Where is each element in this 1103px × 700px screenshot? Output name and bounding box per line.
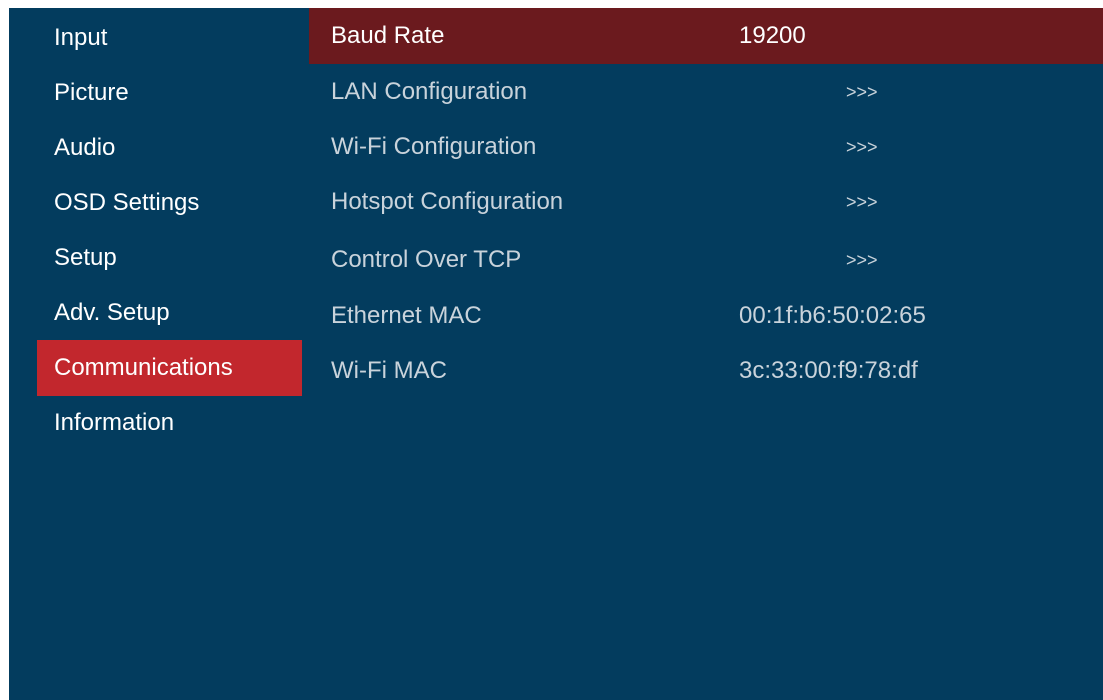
sidebar-item-label: Communications [54,354,233,381]
setting-label: Baud Rate [331,22,445,49]
sidebar-item-label: Adv. Setup [54,299,170,326]
setting-row-wifi-mac[interactable]: Wi-Fi MAC 3c:33:00:f9:78:df [309,343,1103,399]
setting-value: 3c:33:00:f9:78:df [739,357,918,384]
sidebar-item-communications[interactable]: Communications [37,340,302,396]
sidebar-item-setup[interactable]: Setup [37,230,302,286]
sidebar-item-information[interactable]: Information [37,395,302,451]
osd-menu-panel: Input Picture Audio OSD Settings Setup A… [9,8,1103,700]
setting-label: Ethernet MAC [331,302,482,329]
setting-row-wifi-configuration[interactable]: Wi-Fi Configuration >>> [309,119,1103,175]
setting-label: Wi-Fi Configuration [331,133,537,160]
setting-label: Wi-Fi MAC [331,357,447,384]
submenu-arrow: >>> [846,192,878,212]
setting-label: Hotspot Configuration [331,188,564,215]
sidebar-item-picture[interactable]: Picture [37,65,302,121]
submenu-arrow: >>> [846,82,878,102]
sidebar-item-label: Information [54,409,175,436]
sidebar-item-label: Picture [54,79,129,106]
osd-screen: Input Picture Audio OSD Settings Setup A… [0,0,1103,700]
setting-row-baud-rate[interactable]: Baud Rate 19200 [309,8,1103,64]
setting-row-lan-configuration[interactable]: LAN Configuration >>> [309,64,1103,120]
sidebar-item-input[interactable]: Input [37,10,302,66]
sidebar-item-adv-setup[interactable]: Adv. Setup [37,285,302,341]
submenu-arrow: >>> [846,250,878,270]
sidebar-item-label: Input [54,24,108,51]
setting-value: 00:1f:b6:50:02:65 [739,302,926,329]
sidebar-item-label: Audio [54,134,116,161]
sidebar-item-osd-settings[interactable]: OSD Settings [37,175,302,231]
sidebar-item-label: OSD Settings [54,189,200,216]
setting-value: 19200 [739,22,806,49]
sidebar-item-label: Setup [54,244,117,271]
setting-label: Control Over TCP [331,246,522,273]
setting-row-ethernet-mac[interactable]: Ethernet MAC 00:1f:b6:50:02:65 [309,288,1103,344]
setting-row-control-over-tcp[interactable]: Control Over TCP >>> [309,232,1103,288]
setting-label: LAN Configuration [331,78,528,105]
submenu-arrow: >>> [846,137,878,157]
setting-row-hotspot-configuration[interactable]: Hotspot Configuration >>> [309,174,1103,230]
sidebar-item-audio[interactable]: Audio [37,120,302,176]
